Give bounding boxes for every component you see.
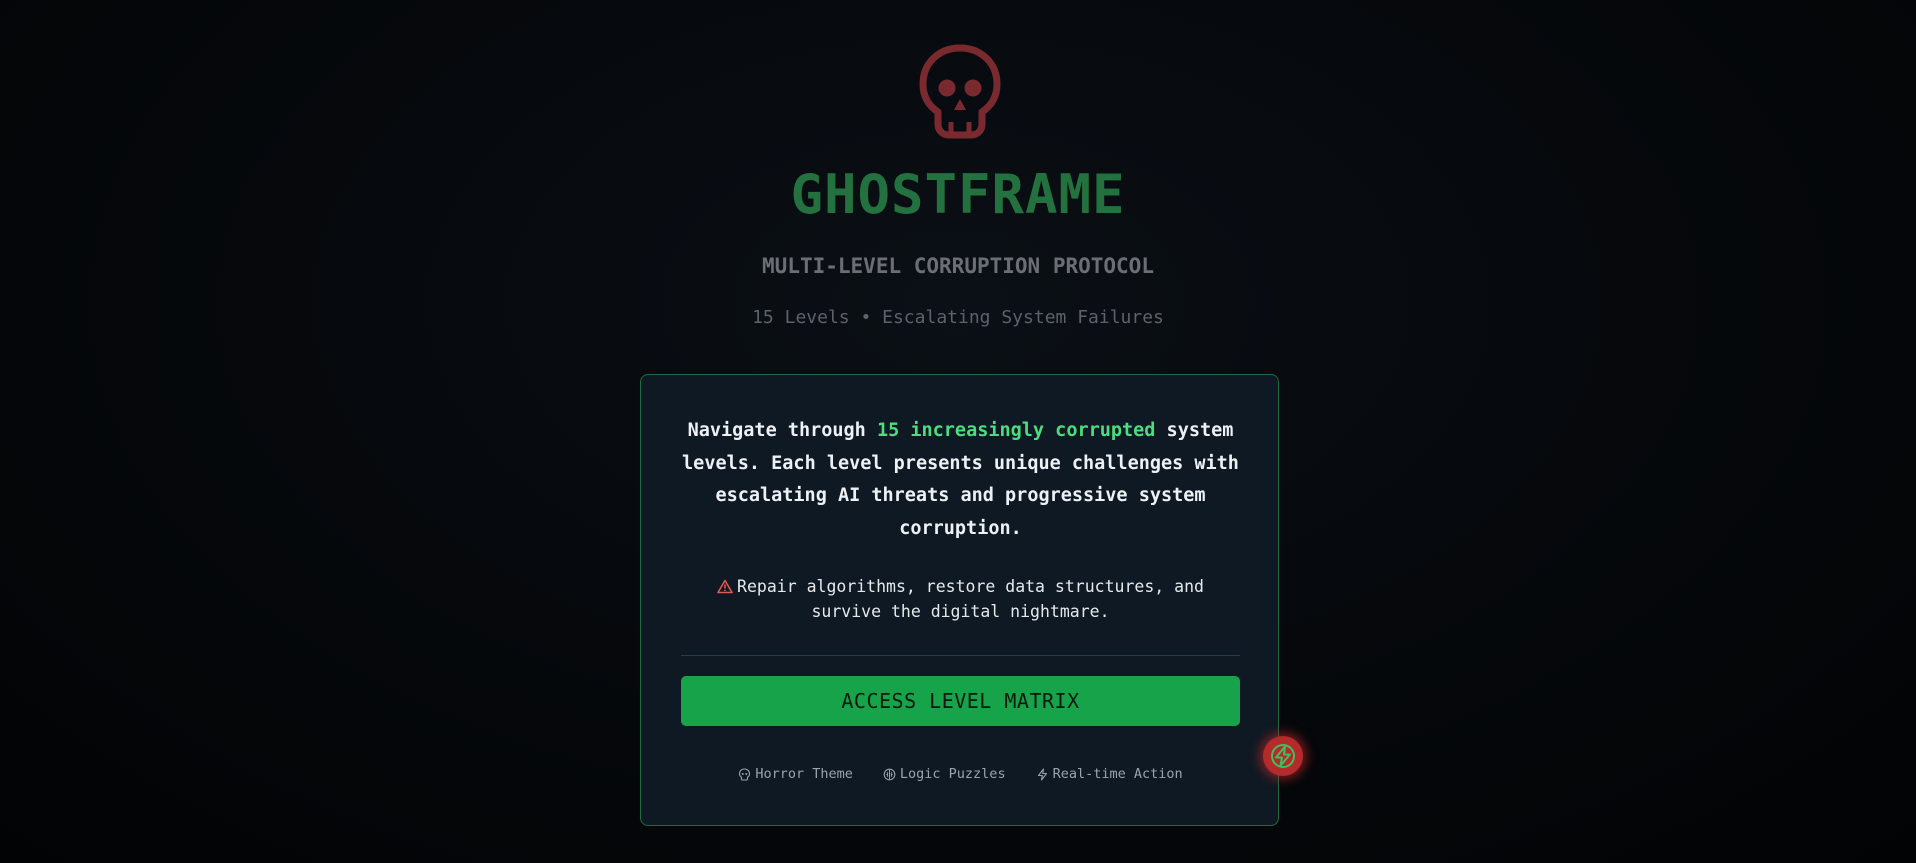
game-title: GHOSTFRAME bbox=[790, 163, 1126, 226]
start-screen: GHOSTFRAME MULTI-LEVEL CORRUPTION PROTOC… bbox=[0, 0, 1916, 863]
warning-triangle-icon bbox=[717, 579, 733, 594]
feature-label: Real-time Action bbox=[1052, 766, 1183, 782]
warning-message: Repair algorithms, restore data structur… bbox=[681, 574, 1240, 624]
intro-description: Navigate through 15 increasingly corrupt… bbox=[681, 415, 1240, 545]
lightning-icon bbox=[1271, 744, 1295, 768]
skull-icon bbox=[919, 44, 1001, 139]
power-boost-button[interactable] bbox=[1263, 736, 1303, 776]
lightning-icon bbox=[1037, 767, 1047, 781]
feature-label: Logic Puzzles bbox=[899, 766, 1006, 782]
intro-card: Navigate through 15 increasingly corrupt… bbox=[640, 374, 1279, 826]
intro-text-prefix: Navigate through bbox=[687, 420, 877, 441]
game-subtitle: MULTI-LEVEL CORRUPTION PROTOCOL bbox=[762, 254, 1154, 278]
feature-item-horror: Horror Theme bbox=[738, 765, 853, 783]
feature-label: Horror Theme bbox=[755, 766, 853, 782]
feature-list: Horror Theme Logic Puzzles Real-time Act… bbox=[641, 765, 1280, 783]
brain-icon bbox=[883, 768, 896, 780]
feature-item-action: Real-time Action bbox=[1036, 765, 1183, 783]
warning-text: Repair algorithms, restore data structur… bbox=[737, 577, 1204, 621]
game-tagline: 15 Levels • Escalating System Failures bbox=[752, 307, 1164, 328]
skull-icon bbox=[739, 767, 751, 781]
intro-text-highlight: 15 increasingly corrupted bbox=[876, 420, 1156, 441]
feature-item-logic: Logic Puzzles bbox=[883, 765, 1006, 783]
card-divider bbox=[681, 655, 1240, 656]
access-level-matrix-button[interactable]: ACCESS LEVEL MATRIX bbox=[681, 676, 1240, 726]
